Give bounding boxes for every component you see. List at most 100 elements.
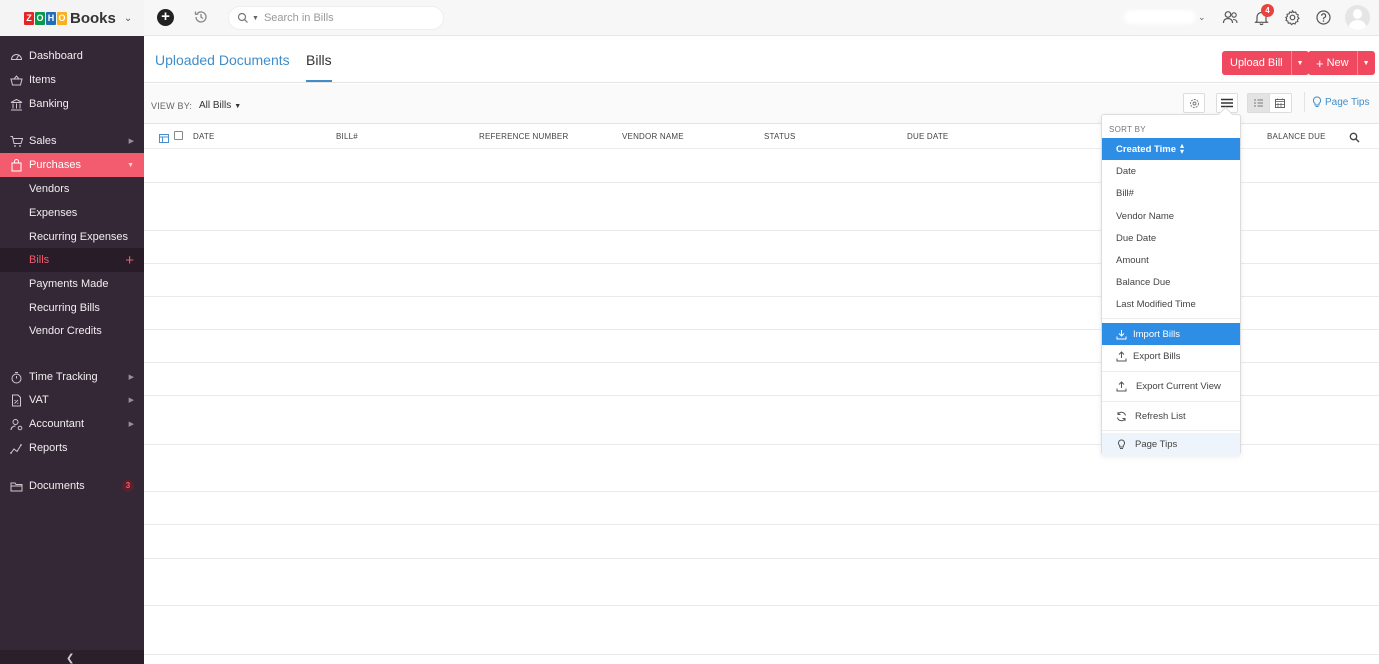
brand-switcher[interactable]: Z O H O Books ⌄ xyxy=(0,0,144,36)
sidebar-item-documents[interactable]: Documents 3 xyxy=(0,474,144,498)
sidebar-footer: ❮ xyxy=(0,650,144,664)
page-tips-menu-item[interactable]: Page Tips xyxy=(1102,433,1240,455)
sidebar-item-banking[interactable]: Banking xyxy=(0,92,144,116)
organization-name[interactable] xyxy=(1124,10,1196,24)
sidebar-item-label: Banking xyxy=(29,98,69,110)
export-current-view-menu-item[interactable]: Export Current View xyxy=(1102,375,1240,397)
sort-direction-icon: ▴ ▾ xyxy=(1180,141,1185,156)
column-header-due-date[interactable]: DUE DATE xyxy=(907,132,948,141)
sidebar-subitem-recurring-expenses[interactable]: Recurring Expenses xyxy=(0,225,144,249)
sidebar-item-items[interactable]: Items xyxy=(0,68,144,92)
import-bills-menu-item[interactable]: Import Bills xyxy=(1102,323,1240,345)
column-header-vendor-name[interactable]: VENDOR NAME xyxy=(622,132,684,141)
global-search[interactable]: ▼ xyxy=(228,6,444,30)
sidebar-subitem-bills[interactable]: Bills + xyxy=(0,248,144,272)
sidebar-item-label: Sales xyxy=(29,135,57,147)
sidebar-item-label: Expenses xyxy=(29,207,78,219)
calendar-view-button[interactable] xyxy=(1269,94,1291,112)
sidebar-item-label: Accountant xyxy=(29,418,85,430)
add-bill-icon[interactable]: + xyxy=(125,252,134,269)
upload-bill-dropdown-button[interactable]: ▼ xyxy=(1290,51,1309,75)
column-header-bill-number[interactable]: BILL# xyxy=(336,132,358,141)
sidebar-item-label: Items xyxy=(29,74,56,86)
divider xyxy=(1304,92,1305,112)
view-by-value: All Bills xyxy=(199,100,232,111)
sidebar-subitem-vendor-credits[interactable]: Vendor Credits xyxy=(0,319,144,343)
menu-item-label: Amount xyxy=(1116,254,1149,266)
menu-divider xyxy=(1102,401,1240,402)
search-scope-caret-icon[interactable]: ▼ xyxy=(252,15,259,22)
chevron-down-icon: ▼ xyxy=(127,161,134,169)
new-bill-button[interactable]: + New xyxy=(1308,51,1357,75)
sidebar-item-purchases[interactable]: Purchases ▼ xyxy=(0,153,144,177)
sidebar-item-vat[interactable]: VAT ▶ xyxy=(0,388,144,412)
select-all-checkbox[interactable] xyxy=(174,131,183,140)
sidebar-subitem-vendors[interactable]: Vendors xyxy=(0,177,144,201)
refresh-list-menu-item[interactable]: Refresh List xyxy=(1102,405,1240,427)
column-config-icon[interactable] xyxy=(159,132,169,143)
active-tab-indicator xyxy=(306,80,332,82)
tab-uploaded-documents[interactable]: Uploaded Documents xyxy=(155,52,290,68)
sort-option-date[interactable]: Date xyxy=(1102,160,1240,182)
page-tips-label: Page Tips xyxy=(1325,96,1370,108)
folder-icon xyxy=(10,480,23,493)
view-by-dropdown[interactable]: All Bills ▼ xyxy=(199,100,241,111)
sidebar-item-label: Recurring Expenses xyxy=(29,231,129,243)
menu-divider xyxy=(1102,430,1240,431)
sort-option-vendor-name[interactable]: Vendor Name xyxy=(1102,205,1240,227)
table-row-divider xyxy=(144,558,1379,559)
zoho-logo: Z O H O xyxy=(24,11,67,25)
logo-letter: O xyxy=(57,11,67,25)
search-input[interactable] xyxy=(263,12,434,24)
sidebar-item-label: Time Tracking xyxy=(29,371,98,383)
table-row-divider xyxy=(144,654,1379,655)
page-tips-link[interactable]: Page Tips xyxy=(1312,96,1369,108)
preferences-button[interactable] xyxy=(1183,93,1205,113)
collapse-sidebar-icon[interactable]: ❮ xyxy=(66,653,74,664)
column-header-status[interactable]: STATUS xyxy=(764,132,796,141)
avatar[interactable] xyxy=(1345,5,1370,30)
export-icon xyxy=(1116,350,1127,361)
column-header-balance-due[interactable]: BALANCE DUE xyxy=(1267,132,1326,141)
users-icon[interactable] xyxy=(1222,9,1239,26)
list-view-button[interactable] xyxy=(1248,94,1270,112)
sidebar-subitem-payments-made[interactable]: Payments Made xyxy=(0,272,144,296)
upload-bill-button[interactable]: Upload Bill xyxy=(1222,51,1291,75)
sidebar-item-label: Reports xyxy=(29,442,68,454)
column-header-date[interactable]: DATE xyxy=(193,132,215,141)
sidebar-item-reports[interactable]: Reports xyxy=(0,436,144,460)
menu-item-label: Due Date xyxy=(1116,232,1157,244)
column-header-reference-number[interactable]: REFERENCE NUMBER xyxy=(479,132,568,141)
export-bills-menu-item[interactable]: Export Bills xyxy=(1102,345,1240,367)
sidebar-item-sales[interactable]: Sales ▶ xyxy=(0,129,144,153)
help-icon[interactable] xyxy=(1315,9,1332,26)
sidebar-item-dashboard[interactable]: Dashboard xyxy=(0,44,144,68)
sidebar-item-time-tracking[interactable]: Time Tracking ▶ xyxy=(0,365,144,389)
sort-option-created-time[interactable]: Created Time ▴ ▾ xyxy=(1102,138,1240,160)
sort-option-balance-due[interactable]: Balance Due xyxy=(1102,271,1240,293)
table-search-icon[interactable] xyxy=(1349,132,1360,143)
quick-create-icon[interactable]: + xyxy=(157,9,174,26)
sidebar-item-accountant[interactable]: Accountant ▶ xyxy=(0,412,144,436)
sidebar-subitem-expenses[interactable]: Expenses xyxy=(0,201,144,225)
bank-icon xyxy=(10,98,23,111)
tab-bills[interactable]: Bills xyxy=(306,52,332,68)
reports-icon xyxy=(10,442,23,455)
stopwatch-icon xyxy=(10,371,23,384)
sort-option-due-date[interactable]: Due Date xyxy=(1102,227,1240,249)
cart-icon xyxy=(10,135,24,148)
new-dropdown-button[interactable]: ▼ xyxy=(1356,51,1375,75)
tabs-row: Uploaded Documents Bills Upload Bill ▼ +… xyxy=(144,36,1379,83)
sort-option-last-modified-time[interactable]: Last Modified Time xyxy=(1102,293,1240,315)
gear-icon xyxy=(1189,98,1199,108)
gear-icon[interactable] xyxy=(1284,9,1301,26)
sidebar-item-label: Dashboard xyxy=(29,50,83,62)
sort-option-amount[interactable]: Amount xyxy=(1102,249,1240,271)
sidebar-subitem-recurring-bills[interactable]: Recurring Bills xyxy=(0,296,144,320)
caret-down-icon: ▼ xyxy=(234,103,242,110)
sort-by-label: SORT BY xyxy=(1109,125,1146,134)
sort-option-bill-number[interactable]: Bill# xyxy=(1102,182,1240,204)
history-icon[interactable] xyxy=(193,9,209,25)
export-icon xyxy=(1116,380,1127,391)
chevron-down-icon[interactable]: ⌄ xyxy=(1198,12,1206,23)
